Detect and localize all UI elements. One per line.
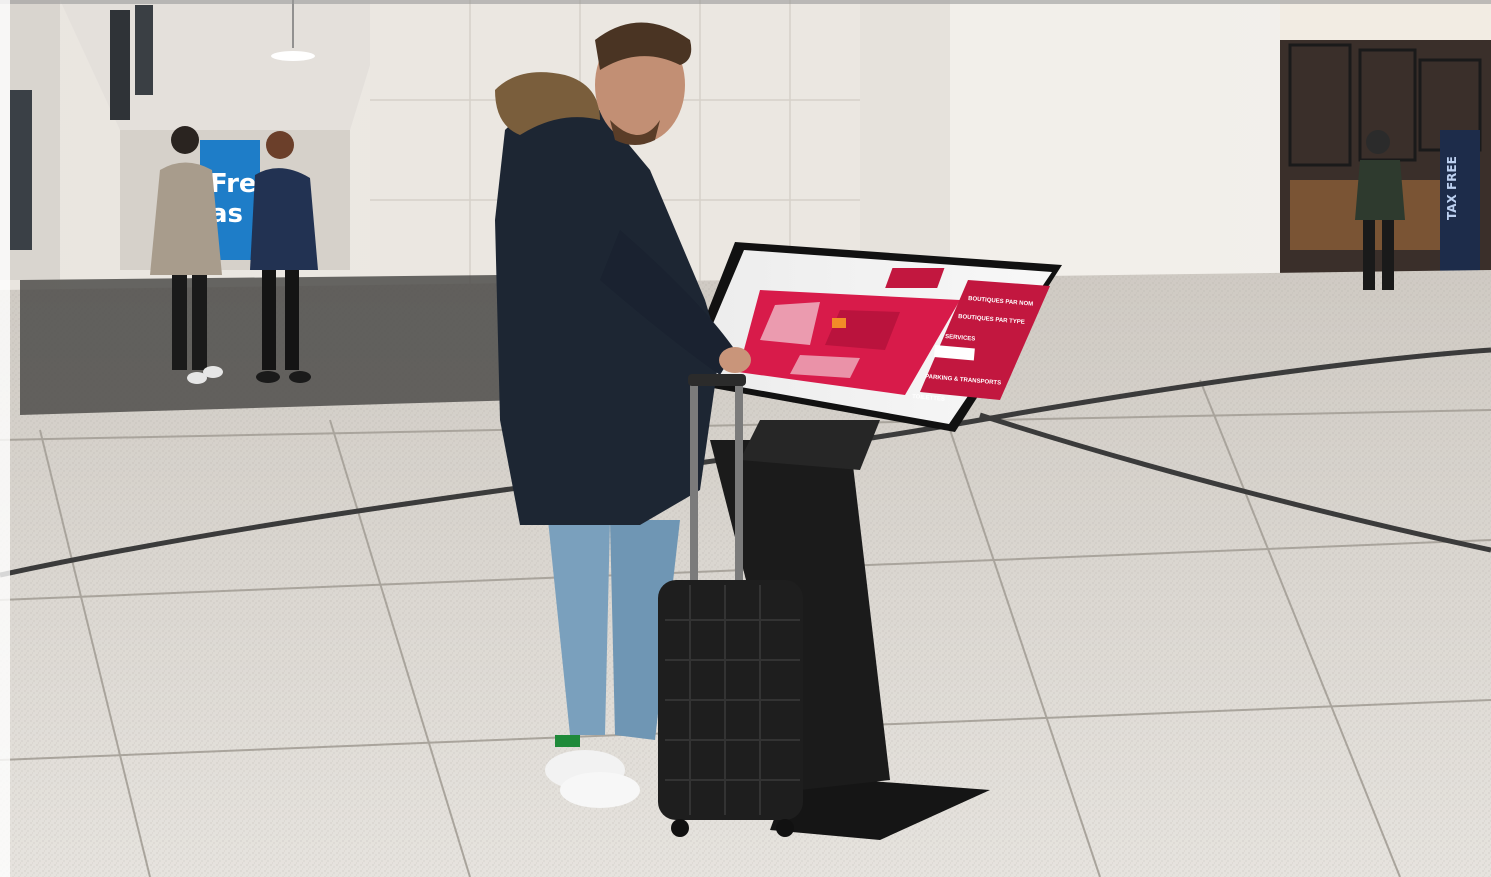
kiosk-photo-scene: TAX FREE Free as BOUTIQUES PAR NOM BOUTI… <box>0 0 1491 877</box>
store-sign: TAX FREE <box>1445 156 1459 220</box>
